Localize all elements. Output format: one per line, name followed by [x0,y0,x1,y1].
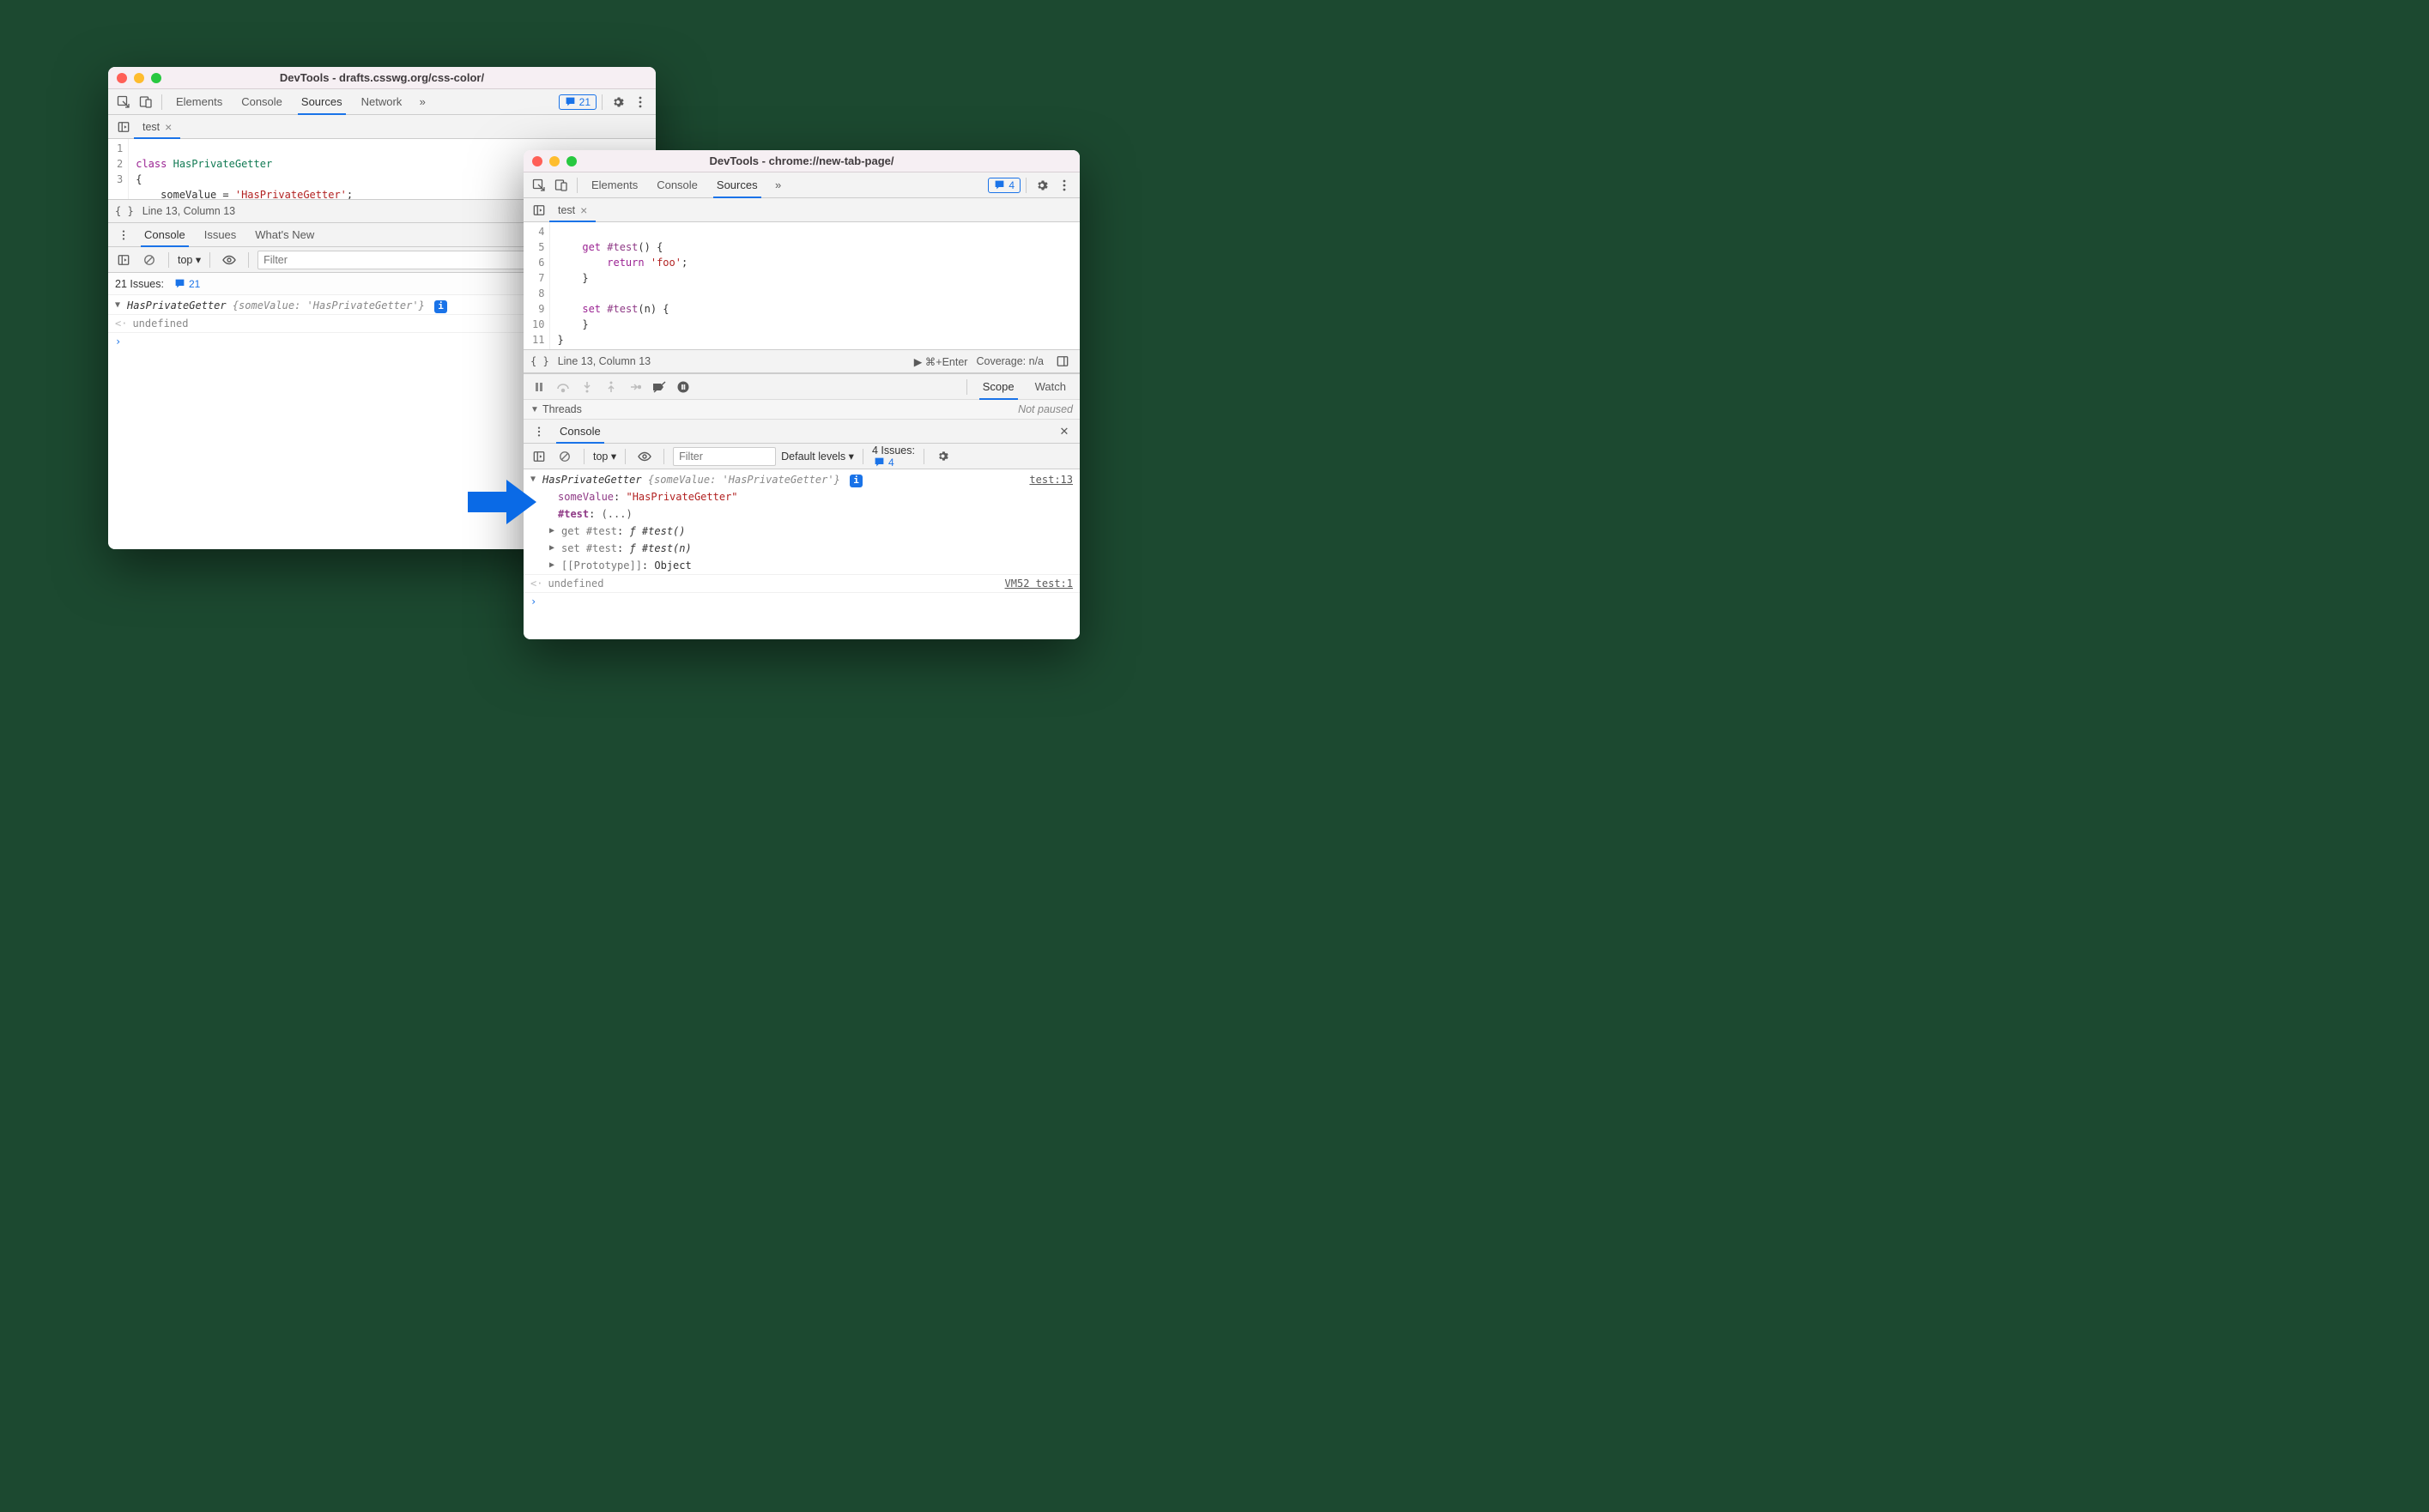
console-sidebar-icon[interactable] [529,446,549,467]
window-title: DevTools - chrome://new-tab-page/ [524,154,1080,167]
drawer-tab-console[interactable]: Console [136,223,194,246]
inspect-icon[interactable] [113,92,134,112]
close-window-button[interactable] [532,156,542,166]
cursor-position: Line 13, Column 13 [558,355,651,367]
tab-console[interactable]: Console [233,89,291,114]
info-badge-icon[interactable]: i [850,475,863,487]
tab-elements[interactable]: Elements [583,172,646,197]
titlebar[interactable]: DevTools - chrome://new-tab-page/ [524,150,1080,172]
console-toolbar: top ▾ Default levels ▾ 4 Issues: 4 [524,444,1080,469]
console-filter-input[interactable] [673,447,776,466]
context-selector[interactable]: top ▾ [593,450,616,463]
clear-console-icon[interactable] [554,446,575,467]
expand-icon[interactable]: ▶ [549,523,558,539]
zoom-window-button[interactable] [151,73,161,83]
issues-link[interactable]: 4 Issues: 4 [872,445,915,469]
run-snippet-hint[interactable]: ▶ ⌘+Enter [914,355,968,368]
tab-sources[interactable]: Sources [708,172,766,197]
minimize-window-button[interactable] [549,156,560,166]
source-link[interactable]: test:13 [1029,472,1073,487]
step-out-icon[interactable] [601,377,621,397]
source-link[interactable]: VM52 test:1 [1005,576,1073,591]
console-sidebar-icon[interactable] [113,250,134,270]
navigator-toggle-icon[interactable] [529,200,549,221]
tabs-overflow-icon[interactable]: » [412,92,433,112]
minimize-window-button[interactable] [134,73,144,83]
settings-icon[interactable] [1032,175,1052,196]
file-tabstrip: test × [524,198,1080,222]
format-icon[interactable]: { } [115,205,134,217]
watch-tab[interactable]: Watch [1027,374,1075,399]
return-indicator-icon: <· [115,316,127,331]
context-selector[interactable]: top ▾ [178,253,201,266]
settings-icon[interactable] [608,92,628,112]
clear-console-icon[interactable] [139,250,160,270]
step-into-icon[interactable] [577,377,597,397]
step-over-icon[interactable] [553,377,573,397]
format-icon[interactable]: { } [530,355,549,367]
titlebar[interactable]: DevTools - drafts.csswg.org/css-color/ [108,67,656,89]
live-expression-icon[interactable] [634,446,655,467]
expand-icon[interactable]: ▶ [549,541,558,556]
drawer-tab-console[interactable]: Console [551,420,609,443]
code-editor[interactable]: 45 67 89 1011 get #test() { return 'foo'… [524,222,1080,349]
sidebar-collapse-icon[interactable] [1052,351,1073,372]
debugger-toolbar: Scope Watch [524,373,1080,399]
navigator-toggle-icon[interactable] [113,117,134,137]
issues-badge[interactable]: 21 [559,94,597,110]
deactivate-breakpoints-icon[interactable] [649,377,669,397]
line-gutter: 1 2 3 [108,139,129,199]
console-output[interactable]: ▼ HasPrivateGetter {someValue: 'HasPriva… [524,469,1080,639]
file-tab-test[interactable]: test × [134,115,180,138]
drawer-tab-issues[interactable]: Issues [196,223,245,246]
drawer-tab-whatsnew[interactable]: What's New [246,223,323,246]
log-levels-dropdown[interactable]: Default levels ▾ [781,450,854,463]
expand-icon[interactable]: ▶ [549,558,558,573]
expand-icon[interactable]: ▼ [115,298,124,313]
close-window-button[interactable] [117,73,127,83]
kebab-icon[interactable] [113,225,134,245]
device-toggle-icon[interactable] [551,175,572,196]
devtools-window-right: DevTools - chrome://new-tab-page/ Elemen… [524,150,1080,639]
code-content: class HasPrivateGetter { someValue = 'Ha… [129,139,360,199]
kebab-icon[interactable] [630,92,651,112]
code-content: get #test() { return 'foo'; } set #test(… [550,222,694,349]
inspect-icon[interactable] [529,175,549,196]
zoom-window-button[interactable] [566,156,577,166]
tab-elements[interactable]: Elements [167,89,231,114]
file-tab-test[interactable]: test × [549,198,596,221]
console-prompt-icon[interactable]: › [115,334,121,349]
console-prompt-icon[interactable]: › [530,594,536,609]
cursor-position: Line 13, Column 13 [142,205,235,217]
comparison-arrow [468,476,536,528]
main-tabstrip: Elements Console Sources » 4 [524,172,1080,198]
step-icon[interactable] [625,377,645,397]
window-title: DevTools - drafts.csswg.org/css-color/ [108,71,656,84]
file-tabstrip: test × [108,115,656,139]
tab-console[interactable]: Console [648,172,706,197]
tabs-overflow-icon[interactable]: » [768,175,789,196]
close-drawer-icon[interactable]: ✕ [1054,421,1075,442]
return-indicator-icon: <· [530,576,542,591]
kebab-icon[interactable] [1054,175,1075,196]
scope-tab[interactable]: Scope [974,374,1023,399]
close-file-icon[interactable]: × [165,120,172,134]
info-badge-icon[interactable]: i [434,300,447,313]
threads-section[interactable]: ▼Threads Not paused [524,399,1080,420]
main-tabstrip: Elements Console Sources Network » 21 [108,89,656,115]
kebab-icon[interactable] [529,421,549,442]
pause-icon[interactable] [529,377,549,397]
tab-network[interactable]: Network [353,89,411,114]
editor-statusbar: { } Line 13, Column 13 ▶ ⌘+Enter Coverag… [524,349,1080,373]
device-toggle-icon[interactable] [136,92,156,112]
coverage-status[interactable]: Coverage: n/a [976,355,1044,367]
close-file-icon[interactable]: × [580,203,587,217]
tab-sources[interactable]: Sources [293,89,351,114]
live-expression-icon[interactable] [219,250,239,270]
drawer-tabstrip: Console ✕ [524,420,1080,444]
issues-badge[interactable]: 4 [988,178,1021,193]
pause-exceptions-icon[interactable] [673,377,694,397]
console-settings-icon[interactable] [933,446,954,467]
line-gutter: 45 67 89 1011 [524,222,550,349]
